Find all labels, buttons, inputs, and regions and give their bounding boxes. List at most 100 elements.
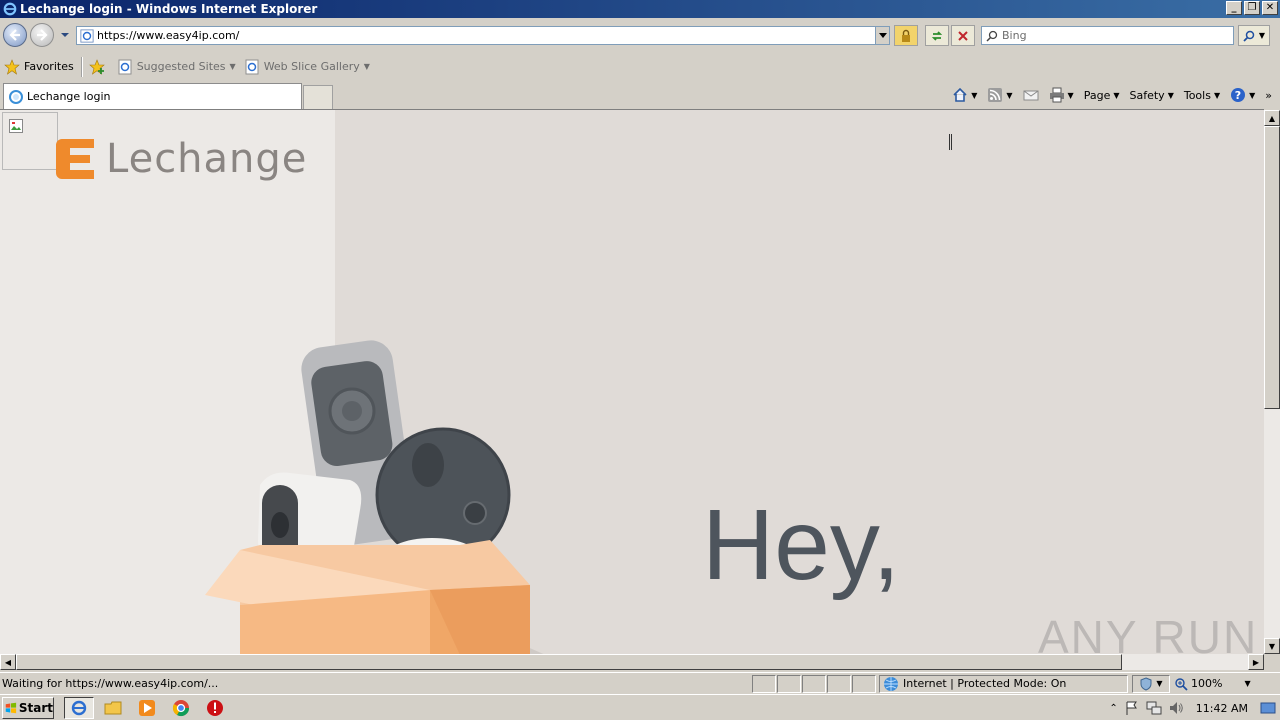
close-button[interactable]: ✕ <box>1262 1 1278 15</box>
read-mail-button[interactable] <box>1019 85 1043 105</box>
start-label: Start <box>18 701 53 715</box>
feeds-button[interactable]: ▼ <box>983 85 1016 105</box>
svg-text:?: ? <box>1235 89 1241 102</box>
favorites-label: Favorites <box>24 60 74 73</box>
lechange-logo[interactable]: Lechange <box>56 136 307 182</box>
minimize-button[interactable]: _ <box>1226 1 1242 15</box>
address-dropdown-button[interactable] <box>875 27 889 44</box>
tray-expand-icon[interactable]: ⌃ <box>1109 703 1117 714</box>
clock[interactable]: 11:42 AM <box>1196 702 1248 715</box>
stop-x-icon <box>958 30 968 41</box>
page-menu[interactable]: Page ▼ <box>1080 85 1124 105</box>
taskbar-chrome-button[interactable] <box>172 699 190 717</box>
add-favorite-star-icon <box>88 58 105 75</box>
rss-feed-icon <box>988 88 1003 102</box>
stop-button[interactable] <box>951 25 975 46</box>
search-input[interactable]: Bing <box>981 26 1234 45</box>
search-options-caret[interactable]: ▼ <box>1259 31 1265 40</box>
taskbar-ie-button[interactable] <box>64 697 94 719</box>
taskbar-opera-button[interactable] <box>206 699 224 717</box>
separator <box>80 56 82 77</box>
web-slice-gallery-link[interactable]: Web Slice Gallery ▼ <box>240 56 374 78</box>
mail-icon <box>1023 90 1039 101</box>
tab-row: Lechange login ▼ ▼ ▼ Page ▼ Safety ▼ Tools… <box>0 81 1280 109</box>
command-bar: ▼ ▼ ▼ Page ▼ Safety ▼ Tools ▼ ? ▼ » <box>948 85 1276 105</box>
status-cell <box>802 674 826 693</box>
devices-box-illustration <box>205 340 546 655</box>
safety-menu[interactable]: Safety ▼ <box>1126 85 1178 105</box>
chrome-icon <box>172 700 190 717</box>
add-to-favorites-bar-button[interactable] <box>85 56 113 78</box>
tab-label: Lechange login <box>27 90 111 103</box>
scroll-up-button[interactable]: ▲ <box>1264 110 1280 126</box>
favorites-button[interactable]: Favorites <box>0 56 78 78</box>
windows-logo-icon <box>5 702 17 714</box>
taskbar-explorer-button[interactable] <box>104 699 122 717</box>
anyrun-watermark: ANY RUN <box>1038 611 1259 655</box>
tools-menu[interactable]: Tools ▼ <box>1180 85 1224 105</box>
search-icon <box>986 30 998 42</box>
suggested-sites-label: Suggested Sites <box>136 60 226 73</box>
help-question-icon: ? <box>1231 88 1246 102</box>
greeting-heading: Hey, <box>702 489 901 601</box>
vertical-scrollbar[interactable]: ▲ ▼ <box>1264 110 1280 654</box>
zoom-control[interactable]: 100% ▼ <box>1174 675 1251 693</box>
volume-icon[interactable] <box>1168 700 1184 716</box>
security-zone[interactable]: Internet | Protected Mode: On <box>879 674 1128 693</box>
ie-icon <box>71 700 87 716</box>
protected-mode-button[interactable]: ▼ <box>1132 674 1170 693</box>
network-icon[interactable] <box>1146 700 1162 716</box>
suggested-sites-link[interactable]: Suggested Sites ▼ <box>113 56 240 78</box>
folder-icon <box>104 701 122 715</box>
horizontal-scroll-thumb[interactable] <box>16 654 1122 670</box>
status-bar: Waiting for https://www.easy4ip.com/... … <box>0 672 1280 694</box>
security-lock-button[interactable] <box>894 25 918 46</box>
system-tray: ⌃ 11:42 AM <box>1109 697 1280 719</box>
lock-icon <box>902 29 910 42</box>
chevron-down-icon: ▼ <box>229 62 236 71</box>
recent-pages-dropdown-icon[interactable] <box>59 30 71 40</box>
start-button[interactable]: Start <box>2 697 54 719</box>
new-tab-button[interactable] <box>303 85 333 109</box>
chevron-down-icon: ▼ <box>363 62 370 71</box>
refresh-icon <box>931 30 943 41</box>
zoom-magnifier-icon <box>1175 677 1188 691</box>
refresh-button[interactable] <box>925 25 949 46</box>
show-desktop-icon[interactable] <box>1260 700 1276 716</box>
chevron-down-icon <box>878 32 887 38</box>
action-center-flag-icon[interactable] <box>1124 700 1140 716</box>
vertical-scroll-thumb[interactable] <box>1264 126 1280 409</box>
magnifier-icon <box>1243 30 1255 42</box>
home-button[interactable]: ▼ <box>948 85 981 105</box>
ie-logo-icon <box>3 2 17 16</box>
scroll-left-button[interactable]: ◀ <box>0 654 16 670</box>
safety-menu-label: Safety <box>1129 88 1165 102</box>
back-arrow-icon <box>9 29 20 41</box>
forward-button[interactable] <box>30 23 54 47</box>
back-button[interactable] <box>3 23 27 47</box>
print-button[interactable]: ▼ <box>1045 85 1078 105</box>
tab-lechange-login[interactable]: Lechange login <box>3 83 302 109</box>
scroll-down-button[interactable]: ▼ <box>1264 638 1280 654</box>
status-cell <box>777 674 801 693</box>
zoom-level: 100% <box>1191 677 1223 690</box>
text-cursor <box>949 134 952 150</box>
ie-page-icon <box>245 59 259 74</box>
logo-text: Lechange <box>106 136 308 182</box>
lechange-logo-mark-icon <box>56 139 94 179</box>
window-title: Lechange login - Windows Internet Explor… <box>20 2 318 16</box>
status-text: Waiting for https://www.easy4ip.com/... <box>2 677 219 690</box>
help-button[interactable]: ? ▼ <box>1226 85 1259 105</box>
page-menu-label: Page <box>1083 88 1111 102</box>
forward-arrow-icon <box>37 29 48 41</box>
scroll-right-button[interactable]: ▶ <box>1248 654 1264 670</box>
taskbar-media-player-button[interactable] <box>138 699 156 717</box>
window-title-bar[interactable]: Lechange login - Windows Internet Explor… <box>0 0 1280 18</box>
search-go-button[interactable]: ▼ <box>1238 25 1270 46</box>
ie-page-icon <box>80 28 94 43</box>
chevron-more-icon[interactable]: » <box>1261 85 1276 105</box>
horizontal-scrollbar[interactable]: ◀ ▶ <box>0 654 1264 670</box>
globe-icon <box>884 676 898 691</box>
restore-button[interactable]: ❐ <box>1244 1 1260 15</box>
address-bar[interactable]: https://www.easy4ip.com/ <box>76 26 890 45</box>
